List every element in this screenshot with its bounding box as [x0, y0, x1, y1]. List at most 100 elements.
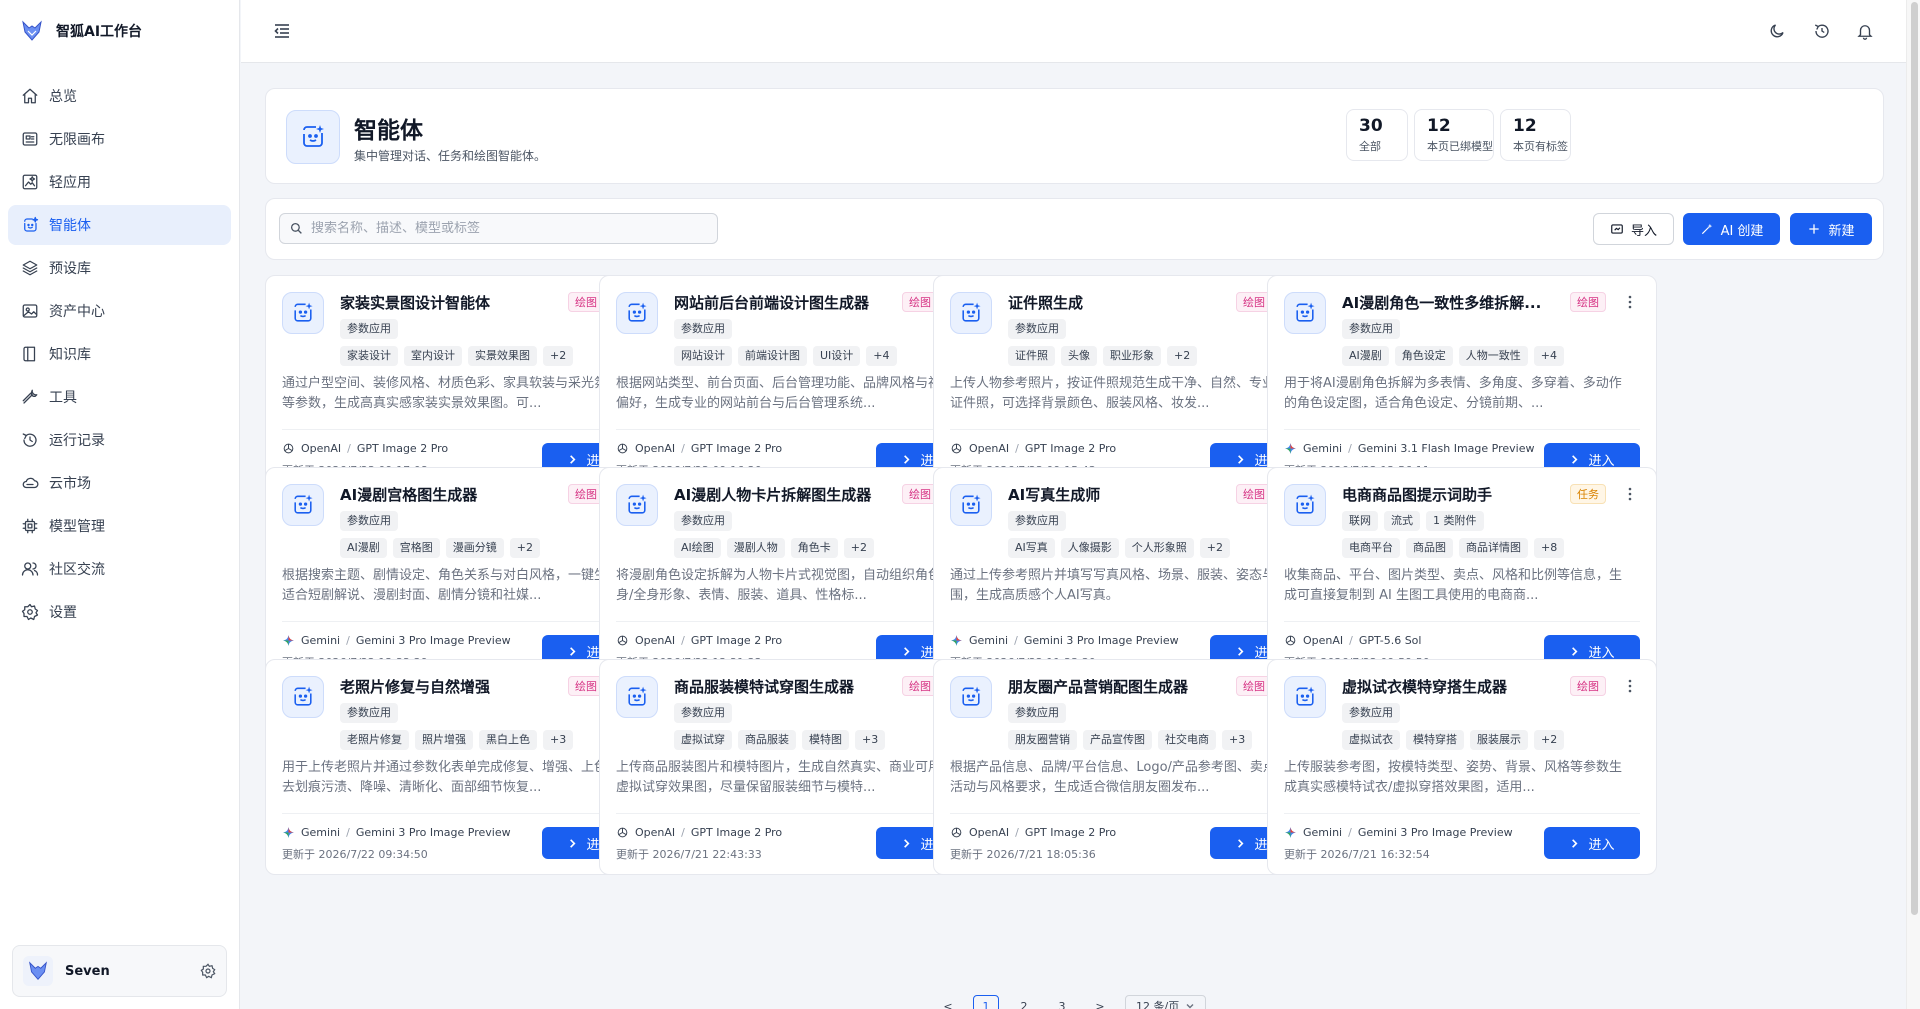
- tag-chip: 虚拟试穿: [674, 730, 732, 750]
- sidebar-item-6[interactable]: 知识库: [8, 334, 231, 374]
- agent-description: 将漫剧角色设定拆解为人物卡片式视觉图，自动组织角色半身/全身形象、表情、服装、道…: [616, 568, 955, 603]
- agent-card[interactable]: AI漫剧宫格图生成器 绘图 参数应用 AI漫剧 宫格图 漫画分镜 +2 根据搜索主题、剧情设定…: [265, 467, 655, 683]
- agent-card-title[interactable]: 商品服装模特试穿图生成器: [674, 676, 894, 697]
- page-size-select[interactable]: 12 条/页: [1125, 995, 1207, 1009]
- agent-model: Gemini / Gemini 3 Pro Image Preview: [282, 826, 511, 839]
- more-options-icon[interactable]: [1622, 678, 1638, 694]
- page-title: 智能体: [354, 118, 423, 144]
- sidebar-item-9[interactable]: 云市场: [8, 463, 231, 503]
- model-name: Gemini 3 Pro Image Preview: [355, 826, 511, 839]
- agent-card-title[interactable]: AI漫剧宫格图生成器: [340, 484, 560, 505]
- agent-card[interactable]: AI写真生成师 绘图 参数应用 AI写真 人像摄影 个人形象照 +2 通过上传参考照片并填写写…: [933, 467, 1323, 683]
- page-scrollbar[interactable]: [1906, 0, 1920, 1009]
- model-name: GPT Image 2 Pro: [690, 442, 783, 455]
- page-2-button[interactable]: 2: [1011, 995, 1037, 1009]
- tag-chip: +2: [1534, 730, 1565, 750]
- agent-card[interactable]: 网站前后台前端设计图生成器 绘图 参数应用 网站设计 前端设计图 UI设计 +4 根据网站类型…: [599, 275, 989, 491]
- stat-value: 12: [1427, 116, 1451, 136]
- agent-card[interactable]: AI漫剧人物卡片拆解图生成器 绘图 参数应用 AI绘图 漫剧人物 角色卡 +2 将漫剧角色设定…: [599, 467, 989, 683]
- user-card[interactable]: Seven: [12, 945, 227, 997]
- model-name: GPT Image 2 Pro: [690, 826, 783, 839]
- sidebar-item-label: 运行记录: [49, 433, 105, 449]
- model-separator: /: [1348, 442, 1352, 455]
- card-divider: [616, 429, 972, 430]
- model-separator: /: [681, 634, 685, 647]
- agent-card[interactable]: 电商商品图提示词助手 任务 联网 流式 1 类附件 电商平台 商品图 商品详情图 +8 收集商品、…: [1267, 467, 1657, 683]
- prev-page-button[interactable]: <: [935, 995, 961, 1009]
- sidebar-item-11[interactable]: 社区交流: [8, 549, 231, 589]
- brand[interactable]: 智狐AI工作台: [20, 18, 142, 44]
- user-settings-icon[interactable]: [200, 963, 216, 979]
- tag-chip: 老照片修复: [340, 730, 409, 750]
- sidebar-item-1[interactable]: 无限画布: [8, 119, 231, 159]
- sidebar-item-4[interactable]: 预设库: [8, 248, 231, 288]
- agent-card[interactable]: 家装实景图设计智能体 绘图 参数应用 家装设计 室内设计 实景效果图 +2 通过户型空间、装修…: [265, 275, 655, 491]
- user-name: Seven: [65, 963, 110, 979]
- agent-capabilities: 参数应用: [340, 319, 398, 339]
- more-options-icon[interactable]: [1622, 294, 1638, 310]
- new-button[interactable]: 新建: [1790, 213, 1872, 245]
- card-divider: [1284, 813, 1640, 814]
- chevron-down-icon: [1186, 1004, 1194, 1009]
- ai-create-button[interactable]: AI 创建: [1683, 213, 1780, 245]
- agent-icon: [21, 216, 39, 234]
- openai-icon: [1284, 634, 1297, 647]
- agent-card[interactable]: 虚拟试衣模特穿搭生成器 绘图 参数应用 虚拟试衣 模特穿搭 服装展示 +2 上传服装参考图，按…: [1267, 659, 1657, 875]
- agent-card-title[interactable]: 电商商品图提示词助手: [1342, 484, 1562, 505]
- tag-chip: 人像摄影: [1060, 538, 1119, 558]
- app-title: 智狐AI工作台: [56, 24, 143, 40]
- search-box[interactable]: [279, 213, 718, 244]
- bell-icon[interactable]: [1856, 22, 1874, 40]
- more-options-icon[interactable]: [1622, 486, 1638, 502]
- agent-card-title[interactable]: 网站前后台前端设计图生成器: [674, 292, 894, 313]
- gemini-icon: [1284, 826, 1297, 839]
- history-icon[interactable]: [1813, 22, 1831, 40]
- agent-card-title[interactable]: 老照片修复与自然增强: [340, 676, 560, 697]
- agent-model: Gemini / Gemini 3.1 Flash Image Preview: [1284, 442, 1534, 455]
- sidebar-item-2[interactable]: 轻应用: [8, 162, 231, 202]
- sidebar-item-label: 资产中心: [49, 304, 105, 320]
- agent-card-icon: [1284, 292, 1326, 334]
- agent-card[interactable]: 证件照生成 绘图 参数应用 证件照 头像 职业形象 +2 上传人物参考照片，按证件照规范生成干…: [933, 275, 1323, 491]
- sidebar-item-7[interactable]: 工具: [8, 377, 231, 417]
- scrollbar-thumb[interactable]: [1911, 2, 1918, 915]
- chevron-right-icon: [1569, 454, 1580, 465]
- agent-card-title[interactable]: AI漫剧人物卡片拆解图生成器: [674, 484, 894, 505]
- agent-card-title[interactable]: 证件照生成: [1008, 292, 1228, 313]
- import-button[interactable]: 导入: [1593, 213, 1674, 245]
- agent-card[interactable]: 朋友圈产品营销配图生成器 绘图 参数应用 朋友圈营销 产品宣传图 社交电商 +3 根据产品信息…: [933, 659, 1323, 875]
- sidebar-item-10[interactable]: 模型管理: [8, 506, 231, 546]
- agent-card[interactable]: 商品服装模特试穿图生成器 绘图 参数应用 虚拟试穿 商品服装 模特图 +3 上传商品服装图片和…: [599, 659, 989, 875]
- model-separator: /: [1348, 826, 1352, 839]
- agent-card-title[interactable]: 虚拟试衣模特穿搭生成器: [1342, 676, 1562, 697]
- gemini-icon: [282, 826, 295, 839]
- search-input[interactable]: [311, 221, 701, 236]
- agent-card-title[interactable]: 家装实景图设计智能体: [340, 292, 560, 313]
- agent-card-icon: [1284, 484, 1326, 526]
- agent-card-title[interactable]: AI漫剧角色一致性多维拆解...: [1342, 292, 1562, 313]
- openai-icon: [616, 826, 629, 839]
- ai-create-label: AI 创建: [1720, 223, 1764, 239]
- agent-card-icon: [616, 676, 658, 718]
- page-1-button[interactable]: 1: [973, 995, 999, 1009]
- agent-card[interactable]: AI漫剧角色一致性多维拆解... 绘图 参数应用 AI漫剧 角色设定 人物一致性 +4 用于将…: [1267, 275, 1657, 491]
- agent-card-title[interactable]: AI写真生成师: [1008, 484, 1228, 505]
- enter-button[interactable]: 进入: [1544, 827, 1640, 859]
- sidebar-item-label: 总览: [49, 89, 77, 105]
- agent-card[interactable]: 老照片修复与自然增强 绘图 参数应用 老照片修复 照片增强 黑白上色 +3 用于上传老照片并通…: [265, 659, 655, 875]
- sidebar-item-0[interactable]: 总览: [8, 76, 231, 116]
- next-page-button[interactable]: >: [1087, 995, 1113, 1009]
- menu-collapse-icon[interactable]: [273, 22, 291, 40]
- sidebar-item-12[interactable]: 设置: [8, 592, 231, 632]
- sidebar-item-label: 轻应用: [49, 175, 91, 191]
- capability-tag: 参数应用: [340, 703, 398, 723]
- dark-mode-icon[interactable]: [1768, 22, 1786, 40]
- page-3-button[interactable]: 3: [1049, 995, 1075, 1009]
- model-separator: /: [346, 634, 350, 647]
- agent-card-title[interactable]: 朋友圈产品营销配图生成器: [1008, 676, 1228, 697]
- sidebar-item-5[interactable]: 资产中心: [8, 291, 231, 331]
- sidebar-item-8[interactable]: 运行记录: [8, 420, 231, 460]
- sidebar-item-3[interactable]: 智能体: [8, 205, 231, 245]
- agent-tags: 电商平台 商品图 商品详情图 +8: [1342, 538, 1565, 558]
- model-provider: OpenAI: [969, 442, 1010, 455]
